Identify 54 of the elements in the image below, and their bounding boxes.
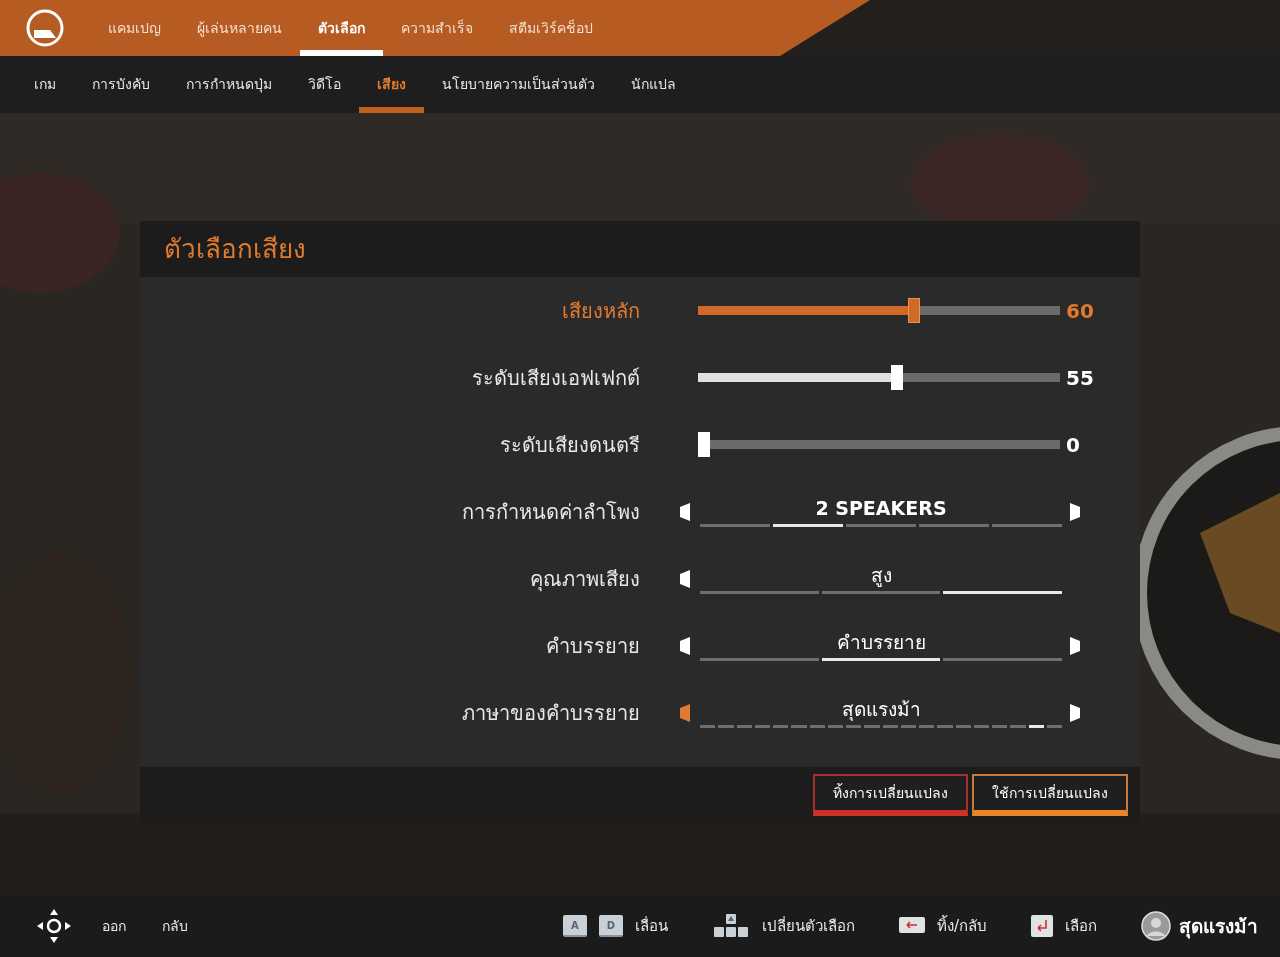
- user-name: สุดแรงม้า: [1179, 913, 1258, 941]
- panel-title: ตัวเลือกเสียง: [164, 232, 306, 266]
- setting-label: เสียงหลัก: [561, 297, 640, 325]
- right-arrow-icon[interactable]: [1068, 502, 1082, 521]
- setting-label: ระดับเสียงเอฟเฟกต์: [471, 364, 640, 392]
- sub-tab[interactable]: การบังคับ: [74, 56, 168, 113]
- slider-value: 55: [1066, 364, 1094, 392]
- option-value: คำบรรยาย: [835, 630, 927, 654]
- setting-label: ภาษาของคำบรรยาย: [461, 699, 640, 727]
- top-tab[interactable]: สตีมเวิร์คช็อป: [491, 0, 611, 56]
- key-icon: A: [562, 915, 587, 937]
- top-tab[interactable]: ความสำเร็จ: [383, 0, 491, 56]
- left-arrow-icon[interactable]: [678, 569, 692, 588]
- setting-label: ระดับเสียงดนตรี: [499, 431, 640, 459]
- slider[interactable]: [698, 365, 1060, 390]
- avatar-icon: [1141, 911, 1171, 941]
- setting-label: คุณภาพเสียง: [529, 565, 640, 594]
- slider[interactable]: [698, 432, 1060, 457]
- logo-icon: [26, 9, 64, 47]
- option-value: สุดแรงม้า: [840, 697, 922, 721]
- slider-thumb[interactable]: [908, 298, 920, 323]
- slider-thumb[interactable]: [890, 365, 903, 390]
- slider-thumb[interactable]: [698, 432, 710, 457]
- dpad-icon: [36, 908, 72, 944]
- footer-hint: กลับ: [162, 916, 188, 936]
- apply-button[interactable]: ใช้การเปลี่ยนแปลง: [972, 774, 1128, 816]
- enter-key-icon: [1031, 915, 1053, 937]
- footer-hint: ออก: [102, 916, 126, 936]
- slider-value: 60: [1066, 297, 1094, 325]
- arrow-keys-icon: [711, 914, 750, 938]
- footer-hint: เปลี่ยนตัวเลือก: [761, 915, 855, 937]
- sub-tab[interactable]: เกม: [16, 56, 74, 113]
- option-value: 2 SPEAKERS: [814, 496, 948, 520]
- right-arrow-icon[interactable]: [1068, 636, 1082, 655]
- top-tab[interactable]: แคมเปญ: [90, 0, 179, 56]
- right-arrow-icon[interactable]: [1068, 703, 1082, 722]
- footer-hint: เลื่อน: [634, 915, 668, 937]
- setting-label: การกำหนดค่าลำโพง: [461, 498, 640, 526]
- setting-label: คำบรรยาย: [545, 632, 640, 660]
- option-value: สูง: [869, 563, 893, 587]
- sub-tab[interactable]: การกำหนดปุ่ม: [168, 56, 290, 113]
- discard-button[interactable]: ทิ้งการเปลี่ยนแปลง: [813, 774, 968, 816]
- footer-hint: เลือก: [1065, 915, 1097, 937]
- sub-tab[interactable]: วิดีโอ: [290, 56, 359, 113]
- slider-value: 0: [1066, 431, 1080, 459]
- top-tab[interactable]: ผู้เล่นหลายคน: [179, 0, 300, 56]
- footer-hint: ทิ้ง/กลับ: [936, 914, 987, 937]
- left-arrow-icon[interactable]: [678, 502, 692, 521]
- key-icon: D: [598, 915, 623, 937]
- slider[interactable]: [698, 298, 1060, 323]
- left-arrow-icon[interactable]: [678, 636, 692, 655]
- sub-tab[interactable]: นโยบายความเป็นส่วนตัว: [424, 56, 613, 113]
- backspace-key-icon: [898, 917, 925, 935]
- sub-tab[interactable]: นักแปล: [613, 56, 694, 113]
